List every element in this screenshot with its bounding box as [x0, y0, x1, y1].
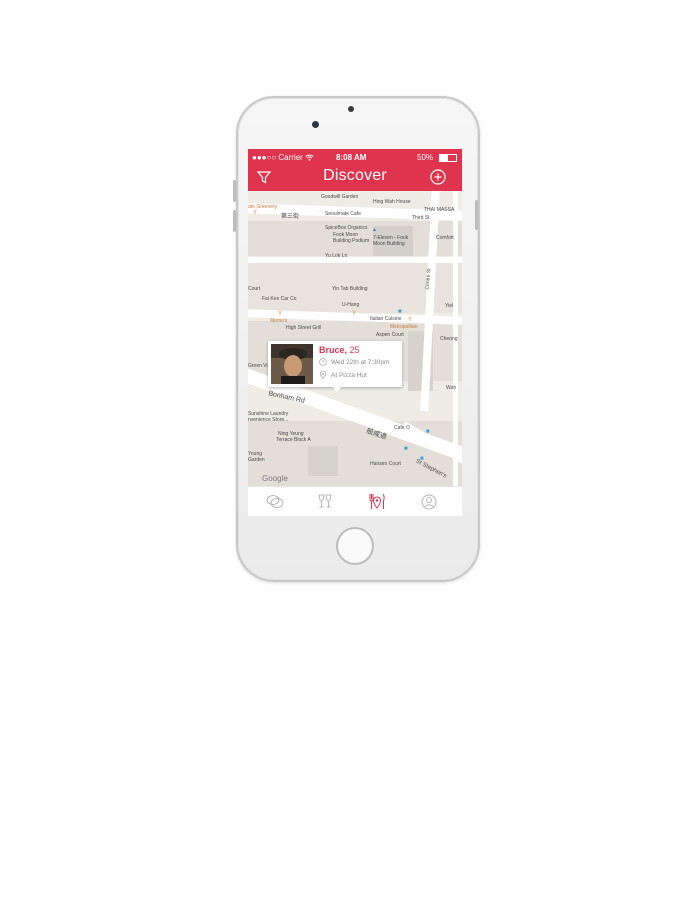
map-label: Yiel	[445, 303, 454, 309]
earpiece	[348, 106, 354, 112]
tab-bar	[248, 486, 462, 516]
map-label: Yin Tab Building	[332, 286, 368, 292]
name-text: Bruce,	[319, 345, 348, 355]
map-label: Hansen Court	[370, 461, 401, 467]
map-label: Seoulmate Cafe	[325, 211, 361, 217]
match-time: Wed 22th at 7:30pm	[331, 359, 390, 366]
match-popup[interactable]: Bruce, 25 Wed 22th at 7:30pm At Pizza Hu…	[268, 341, 402, 387]
status-carrier: ●●●○○ Carrier	[252, 151, 314, 164]
fork-knife-pin-icon[interactable]	[366, 491, 388, 513]
map-label: Third St	[412, 215, 430, 221]
map-label: High Street Grill	[286, 325, 322, 331]
match-name: Bruce, 25	[319, 345, 360, 355]
volume-button	[233, 180, 236, 202]
map-label: Memo's	[270, 318, 288, 324]
status-battery: 50%	[417, 151, 458, 164]
app-header: ●●●○○ Carrier 8:08 AM 50% Discover	[248, 149, 462, 191]
map-view[interactable]: ate Greenery Goodwill Garden Hing Wah Ho…	[248, 191, 462, 486]
map-label: Terrace Block A	[276, 437, 311, 443]
map-label: 第三街	[281, 214, 300, 220]
restaurant-icon: Y	[253, 210, 258, 216]
map-label: Italian Cuisine	[370, 316, 402, 322]
profile-photo	[271, 344, 313, 384]
volume-button	[233, 210, 236, 232]
restaurant-icon: Y	[278, 311, 283, 317]
map-label: Garden	[248, 457, 265, 463]
map-building	[308, 446, 338, 476]
match-place: At Pizza Hut	[331, 372, 367, 379]
google-logo: Google	[262, 474, 288, 483]
clock-icon	[319, 358, 327, 366]
status-time: 8:08 AM	[336, 153, 367, 162]
wine-glasses-icon[interactable]	[314, 491, 336, 513]
map-label: Aspen Court	[376, 332, 404, 338]
cart-icon: ▲	[372, 227, 377, 233]
user-circle-icon[interactable]	[418, 491, 440, 513]
map-label: nvenience Store...	[248, 417, 289, 423]
map-label: Goodwill Garden	[321, 194, 359, 200]
battery-icon	[439, 153, 458, 162]
map-label: Cafe O	[394, 425, 410, 431]
carrier-label: Carrier	[278, 153, 303, 162]
map-label: SpiceBox Organics	[325, 225, 368, 231]
signal-icon: ●●●○○	[252, 153, 279, 162]
bus-stop-icon[interactable]: ■	[420, 456, 424, 462]
battery-percent: 50%	[417, 153, 434, 162]
map-label: Comfort	[436, 235, 454, 241]
screen: ●●●○○ Carrier 8:08 AM 50% Discover ate G…	[248, 149, 462, 516]
plus-circle-icon[interactable]	[430, 169, 446, 185]
restaurant-icon: Y	[408, 317, 413, 323]
map-label: Metropolitan	[390, 324, 418, 330]
bus-stop-icon[interactable]: ■	[398, 309, 402, 315]
age-text: 25	[349, 345, 360, 355]
avatar[interactable]	[271, 344, 313, 384]
home-button[interactable]	[336, 527, 374, 565]
chat-bubbles-icon[interactable]	[264, 491, 286, 513]
power-button	[475, 200, 478, 230]
restaurant-icon: Y	[352, 311, 357, 317]
map-label: Wah	[446, 385, 457, 391]
map-label: Moon Building	[373, 241, 405, 247]
map-label: THAI MASSA	[424, 207, 455, 213]
bus-stop-icon[interactable]: ■	[426, 429, 430, 435]
map-label: Fai Kee Car Co	[262, 296, 297, 302]
map-label: Yu Lok Ln	[325, 253, 348, 259]
front-camera	[312, 121, 319, 128]
wifi-icon	[305, 154, 314, 162]
popup-pointer	[332, 386, 342, 392]
map-label: Cheong	[440, 336, 458, 342]
bus-stop-icon[interactable]: ■	[404, 446, 408, 452]
map-label: Building Podium	[333, 238, 370, 244]
map-label: Court	[248, 286, 261, 292]
location-pin-icon	[319, 371, 327, 379]
map-label: Hing Wah House	[373, 199, 411, 205]
map-label: U-Hang	[342, 302, 360, 308]
